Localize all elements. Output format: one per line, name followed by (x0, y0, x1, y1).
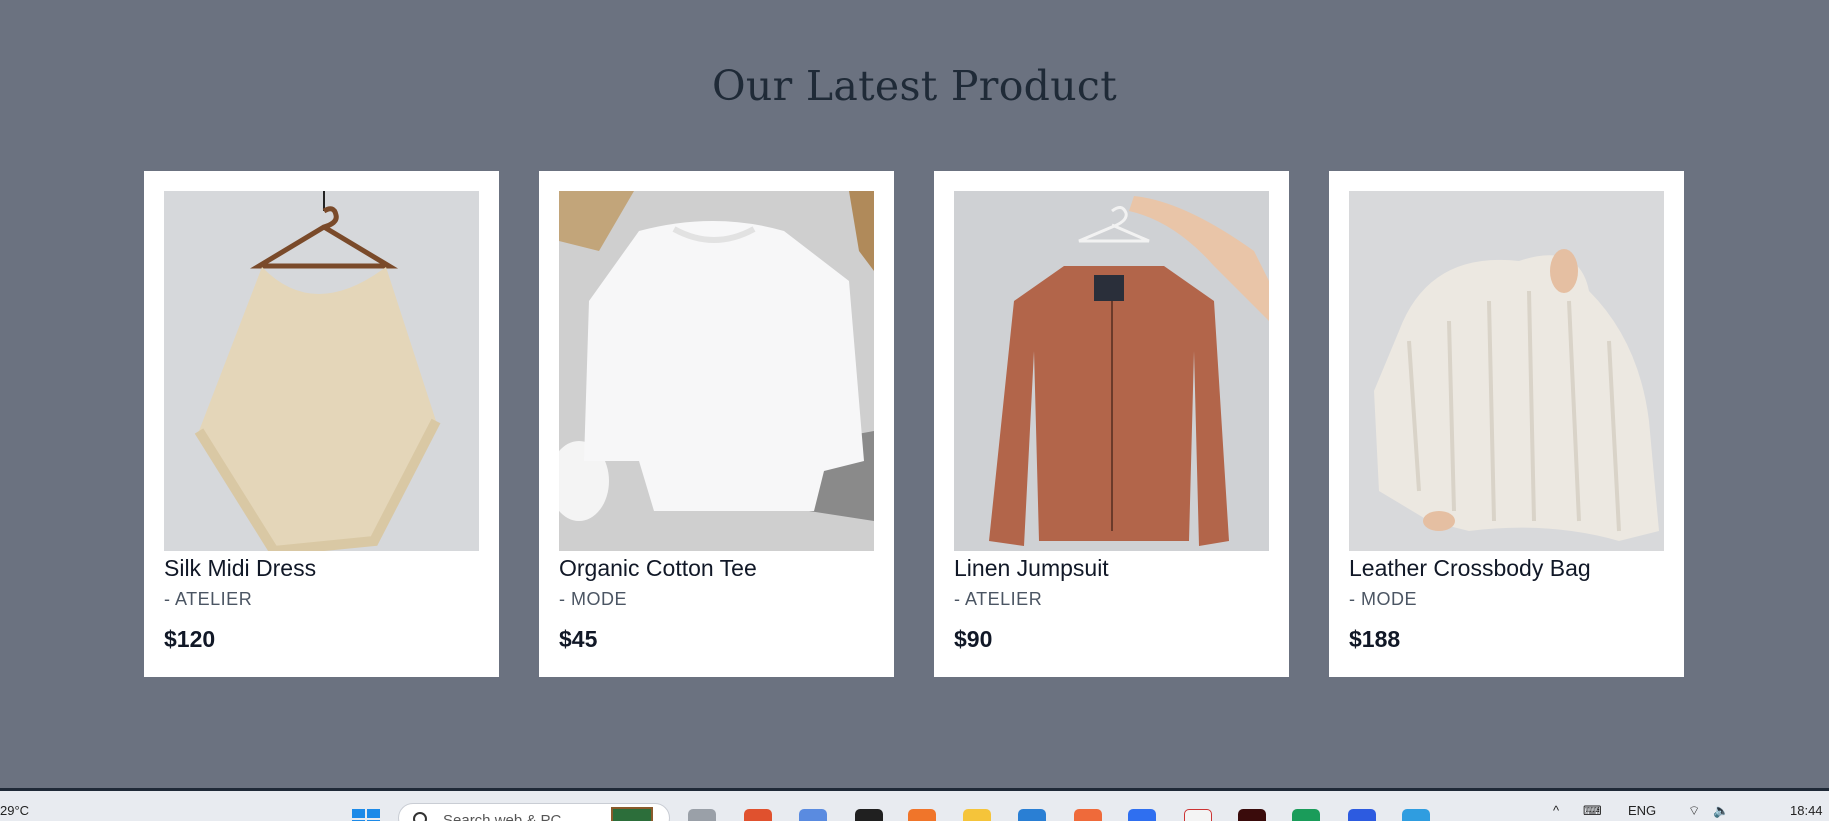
weather-widget[interactable]: 29°C (0, 803, 29, 818)
product-brand: - ATELIER (954, 589, 1043, 609)
product-brand: - MODE (1349, 589, 1417, 609)
zoom-icon[interactable] (1348, 809, 1376, 821)
product-card[interactable]: Linen Jumpsuit - ATELIER $90 (934, 171, 1289, 677)
firefox-icon[interactable] (908, 809, 936, 821)
product-name[interactable]: Silk Midi Dress (164, 555, 316, 582)
taskbar: 29°C Search web & PC ^ ⌨ ENG ⌔ 🔈 18:44 (0, 788, 1829, 821)
copilot-icon[interactable] (799, 809, 827, 821)
git-icon[interactable] (1074, 809, 1102, 821)
vscode-icon[interactable] (1018, 809, 1046, 821)
keyboard-icon[interactable]: ⌨ (1583, 803, 1602, 819)
product-name[interactable]: Linen Jumpsuit (954, 555, 1109, 582)
product-image[interactable] (1349, 191, 1664, 551)
file-explorer-icon[interactable] (963, 809, 991, 821)
brave-icon[interactable] (744, 809, 772, 821)
pdf-icon[interactable] (1184, 809, 1212, 821)
search-placeholder: Search web & PC (443, 812, 562, 821)
product-price: $188 (1349, 626, 1401, 652)
product-image[interactable] (164, 191, 479, 551)
product-card[interactable]: Organic Cotton Tee - MODE $45 (539, 171, 894, 677)
illustrator-icon[interactable] (1238, 809, 1266, 821)
page: Our Latest Product Silk Midi Dress - ATE… (0, 0, 1829, 788)
task-view-icon[interactable] (688, 809, 716, 821)
product-name[interactable]: Leather Crossbody Bag (1349, 555, 1591, 582)
obs-icon[interactable] (855, 809, 883, 821)
product-price: $120 (164, 626, 216, 652)
windows-start-icon[interactable] (352, 809, 380, 821)
product-price: $90 (954, 626, 993, 652)
product-card[interactable]: Silk Midi Dress - ATELIER $120 (144, 171, 499, 677)
product-image[interactable] (954, 191, 1269, 551)
search-icon (413, 812, 427, 821)
product-grid: Silk Midi Dress - ATELIER $120 Organic C… (144, 171, 1684, 677)
telegram-icon[interactable] (1402, 809, 1430, 821)
language-indicator[interactable]: ENG (1628, 803, 1656, 818)
product-name[interactable]: Organic Cotton Tee (559, 555, 757, 582)
clock[interactable]: 18:44 (1790, 803, 1823, 818)
chalkboard-icon (611, 807, 653, 821)
messenger-icon[interactable] (1128, 809, 1156, 821)
whatsapp-icon[interactable] (1292, 809, 1320, 821)
product-brand: - ATELIER (164, 589, 253, 609)
section-title: Our Latest Product (712, 62, 1117, 110)
wifi-icon[interactable]: ⌔ (1688, 803, 1700, 819)
product-image[interactable] (559, 191, 874, 551)
product-price: $45 (559, 626, 598, 652)
volume-icon[interactable]: 🔈 (1713, 803, 1729, 819)
product-card[interactable]: Leather Crossbody Bag - MODE $188 (1329, 171, 1684, 677)
product-brand: - MODE (559, 589, 627, 609)
taskbar-search[interactable]: Search web & PC (398, 803, 670, 821)
chevron-up-icon[interactable]: ^ (1553, 803, 1559, 818)
